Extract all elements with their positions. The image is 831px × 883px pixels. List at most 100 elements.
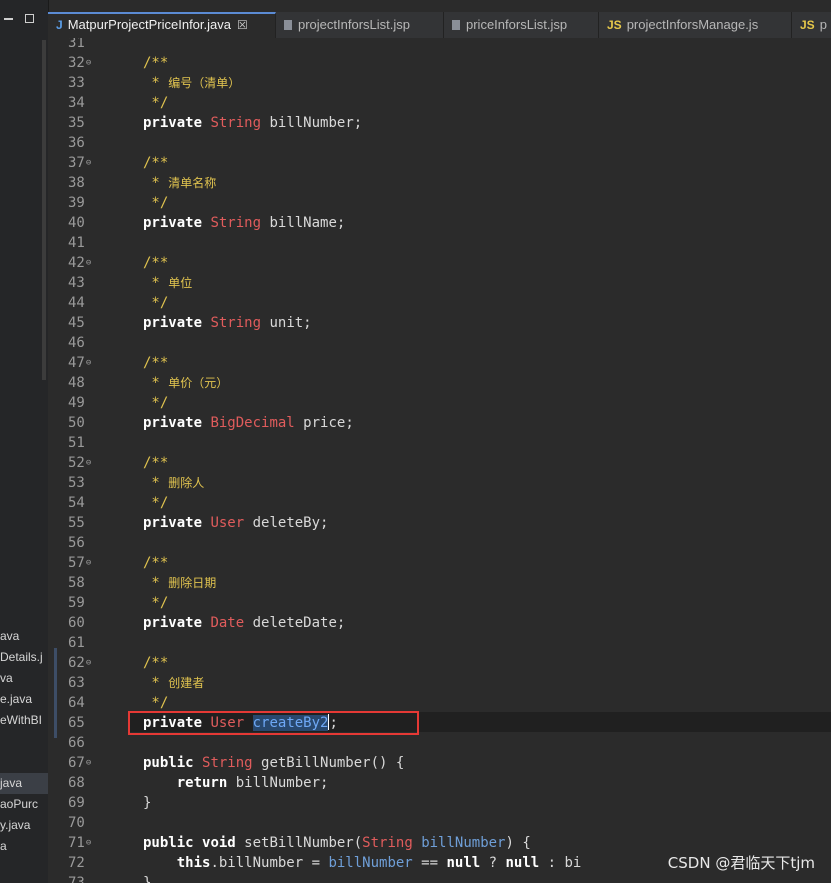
fold-toggle-icon[interactable]: ⊖ <box>86 558 91 568</box>
line-number: 60 <box>68 615 85 631</box>
tab-matpurprojectpriceinfor[interactable]: J MatpurProjectPriceInfor.java ☒ <box>48 12 276 38</box>
tab-label: p <box>819 17 827 32</box>
scrollbar[interactable] <box>42 40 46 380</box>
tab-label: priceInforsList.jsp <box>466 17 568 32</box>
code-line: 44 */ <box>48 293 831 313</box>
code-text: private String billNumber; <box>143 115 363 131</box>
code-text: /** <box>143 455 169 471</box>
code-line: 42⊖ /** <box>48 253 831 273</box>
code-line: 50 private BigDecimal price; <box>48 413 831 433</box>
file-list: ava Details.j va e.java eWithBI java aoP… <box>0 626 48 857</box>
code-text: /** <box>143 655 169 671</box>
tab-priceinforslist[interactable]: priceInforsList.jsp <box>444 12 599 38</box>
line-number: 62⊖ <box>68 655 92 671</box>
file-item[interactable]: ava <box>0 626 48 647</box>
code-text: */ <box>143 195 169 211</box>
code-text: * 删除人 <box>143 475 205 491</box>
file-item-selected[interactable]: java <box>0 773 48 794</box>
line-number: 70 <box>68 815 85 831</box>
code-text: /** <box>143 55 169 71</box>
code-line: 47⊖ /** <box>48 353 831 373</box>
line-number: 46 <box>68 335 85 351</box>
code-text: /** <box>143 555 169 571</box>
code-line: 35 private String billNumber; <box>48 113 831 133</box>
line-number: 63 <box>68 675 85 691</box>
line-number: 36 <box>68 135 85 151</box>
code-line: 67⊖ public String getBillNumber() { <box>48 753 831 773</box>
fold-toggle-icon[interactable]: ⊖ <box>86 758 91 768</box>
line-number: 43 <box>68 275 85 291</box>
code-text: * 删除日期 <box>143 575 217 591</box>
code-text: } <box>143 795 152 811</box>
code-line: 70 <box>48 813 831 833</box>
file-item[interactable]: a <box>0 836 48 857</box>
code-line: 62⊖ /** <box>48 653 831 673</box>
file-item[interactable]: e.java <box>0 689 48 710</box>
tab-projectinforslist[interactable]: projectInforsList.jsp <box>276 12 444 38</box>
close-icon[interactable]: ☒ <box>237 18 248 32</box>
code-line: 57⊖ /** <box>48 553 831 573</box>
file-item[interactable]: eWithBI <box>0 710 48 731</box>
code-line: 31 <box>48 38 831 53</box>
line-number: 56 <box>68 535 85 551</box>
code-text: private Date deleteDate; <box>143 615 346 631</box>
file-item[interactable]: va <box>0 668 48 689</box>
code-text: private User deleteBy; <box>143 515 329 531</box>
line-number: 73 <box>68 875 85 883</box>
file-item[interactable]: y.java <box>0 815 48 836</box>
line-number: 71⊖ <box>68 835 92 851</box>
code-text: private BigDecimal price; <box>143 415 354 431</box>
line-number: 72 <box>68 855 85 871</box>
tab-projectinforsmanage[interactable]: JS projectInforsManage.js <box>599 12 792 38</box>
code-line: 49 */ <box>48 393 831 413</box>
line-number: 61 <box>68 635 85 651</box>
line-number: 33 <box>68 75 85 91</box>
code-line: 46 <box>48 333 831 353</box>
annotation-highlight-box <box>128 711 419 735</box>
tab-label: MatpurProjectPriceInfor.java <box>67 17 231 32</box>
code-text: public void setBillNumber(String billNum… <box>143 835 531 851</box>
code-text: */ <box>143 95 169 111</box>
fold-toggle-icon[interactable]: ⊖ <box>86 458 91 468</box>
code-line: 61 <box>48 633 831 653</box>
code-line: 36 <box>48 133 831 153</box>
line-number: 39 <box>68 195 85 211</box>
code-line: 54 */ <box>48 493 831 513</box>
tab-label: projectInforsList.jsp <box>298 17 410 32</box>
file-item[interactable]: Details.j <box>0 647 48 668</box>
tab-label: projectInforsManage.js <box>626 17 759 32</box>
line-number: 44 <box>68 295 85 311</box>
code-editor[interactable]: 31 32⊖/** 33 * 编号（清单） 34 */35 private String… <box>48 38 831 883</box>
code-text: * 单位 <box>143 275 193 291</box>
code-text: */ <box>143 395 169 411</box>
code-line: 69} <box>48 793 831 813</box>
line-number: 58 <box>68 575 85 591</box>
fold-toggle-icon[interactable]: ⊖ <box>86 158 91 168</box>
maximize-icon[interactable] <box>25 14 34 23</box>
fold-toggle-icon[interactable]: ⊖ <box>86 58 91 68</box>
fold-toggle-icon[interactable]: ⊖ <box>86 658 91 668</box>
code-text: * 单价（元） <box>143 375 229 391</box>
fold-toggle-icon[interactable]: ⊖ <box>86 258 91 268</box>
line-number: 67⊖ <box>68 755 92 771</box>
code-line: 71⊖ public void setBillNumber(String bill… <box>48 833 831 853</box>
code-text: */ <box>143 595 169 611</box>
tab-overflow[interactable]: JS p <box>792 12 831 38</box>
fold-toggle-icon[interactable]: ⊖ <box>86 358 91 368</box>
line-number: 54 <box>68 495 85 511</box>
file-item[interactable]: aoPurc <box>0 794 48 815</box>
java-file-icon: J <box>56 18 63 32</box>
code-text: */ <box>143 695 169 711</box>
code-text: return billNumber; <box>176 775 329 791</box>
code-line: 53 * 删除人 <box>48 473 831 493</box>
code-text: private String unit; <box>143 315 312 331</box>
fold-toggle-icon[interactable]: ⊖ <box>86 838 91 848</box>
line-number: 31 <box>68 38 85 51</box>
code-line: 68 return billNumber; <box>48 773 831 793</box>
code-line: 59 */ <box>48 593 831 613</box>
code-line: 52⊖ /** <box>48 453 831 473</box>
code-text: private String billName; <box>143 215 346 231</box>
minimize-icon[interactable] <box>4 18 13 20</box>
code-line: 43 * 单位 <box>48 273 831 293</box>
